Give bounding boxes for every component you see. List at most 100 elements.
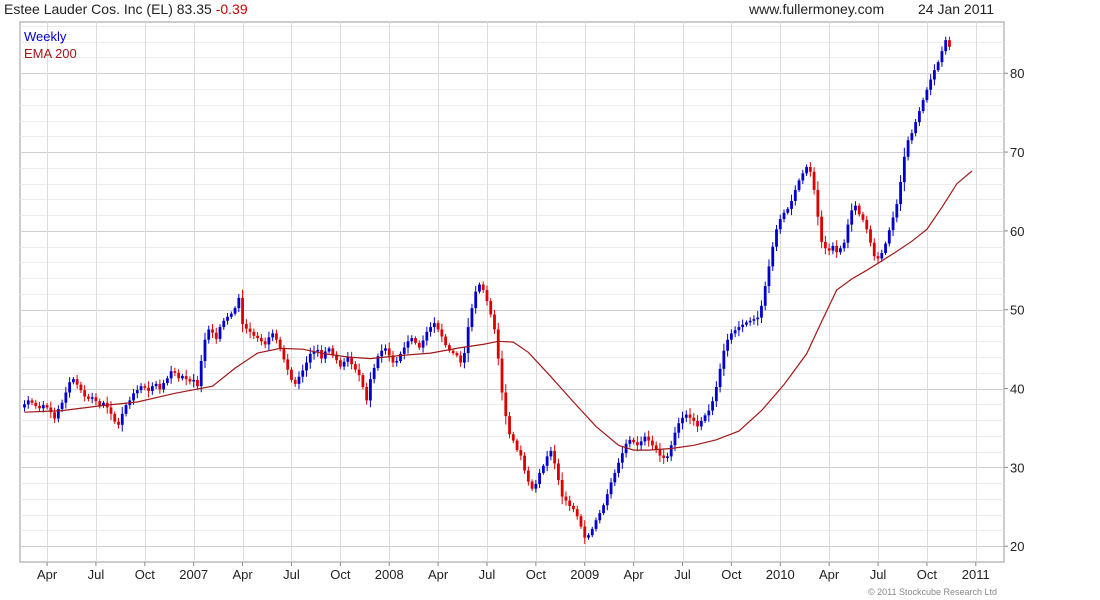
candle-body <box>150 386 154 391</box>
candle-body <box>857 205 861 215</box>
candle-body <box>275 333 278 340</box>
candle-body <box>590 528 594 536</box>
x-tick-label: Jul <box>283 567 300 582</box>
candle-body <box>395 360 399 363</box>
candle-body <box>308 353 312 363</box>
candle-body <box>436 323 440 330</box>
candle-body <box>218 327 222 339</box>
candle-body <box>489 301 493 315</box>
x-tick-label: 2011 <box>962 567 990 582</box>
candle-body <box>117 421 120 425</box>
candle-body <box>613 472 617 483</box>
candle-body <box>203 339 207 361</box>
candle-body <box>414 338 417 343</box>
candle-body <box>526 470 530 482</box>
candle-body <box>162 383 166 390</box>
candle-body <box>771 246 775 267</box>
candle-body <box>154 383 158 387</box>
candle-body <box>707 410 711 416</box>
candle-body <box>786 208 790 213</box>
candle-body <box>523 455 526 471</box>
candle-body <box>628 439 632 444</box>
candle-body <box>572 506 575 510</box>
candle-body <box>763 286 767 306</box>
x-tick-label: Apr <box>232 567 253 582</box>
candle-body <box>259 338 263 342</box>
candle-body <box>222 320 226 328</box>
candle-body <box>583 526 587 538</box>
candle-body <box>538 472 542 484</box>
candle-body <box>75 379 79 385</box>
candle-body <box>207 329 211 340</box>
candle-body <box>917 111 921 123</box>
candle-body <box>519 450 523 456</box>
candle-body <box>666 456 669 458</box>
candle-body <box>30 400 34 403</box>
candle-body <box>481 284 485 291</box>
candle-body <box>541 465 545 473</box>
candle-body <box>425 331 429 341</box>
candle-body <box>940 51 944 63</box>
candle-body <box>684 414 688 418</box>
candle-body <box>602 505 605 514</box>
candle-body <box>579 516 583 527</box>
candle-body <box>895 204 899 218</box>
candle-body <box>158 383 162 390</box>
candlestick-chart: 20 30 40 50 60 70 80 Apr Jul Oct 2007 Apr Jul Oct 2008… <box>19 21 1024 582</box>
candle-body <box>177 372 181 379</box>
candle-body <box>256 335 260 339</box>
candle-body <box>365 386 369 401</box>
candle-body <box>192 379 196 382</box>
candle-body <box>173 371 177 373</box>
candle-body <box>271 333 275 338</box>
candle-body <box>643 436 647 442</box>
candle-body <box>534 483 538 489</box>
candle-body <box>252 331 256 336</box>
legend-ema200: EMA 200 <box>24 46 77 61</box>
candle-body <box>94 397 98 402</box>
y-tick-label: 40 <box>1010 382 1024 397</box>
candle-body <box>673 432 677 446</box>
candle-body <box>402 347 406 354</box>
candle-body <box>632 439 636 443</box>
candle-body <box>831 245 835 251</box>
candle-body <box>914 122 918 134</box>
candle-body <box>842 242 846 249</box>
candle-body <box>410 338 414 342</box>
candle-body <box>617 462 620 473</box>
candle-body <box>658 449 662 456</box>
x-tick-label: Jul <box>870 567 887 582</box>
candle-body <box>801 173 805 181</box>
x-tick-label: Apr <box>37 567 58 582</box>
candle-body <box>557 463 560 481</box>
legend-weekly: Weekly <box>24 29 67 44</box>
candle-body <box>669 445 673 457</box>
candle-body <box>451 350 455 354</box>
candle-body <box>199 360 203 387</box>
candle-body <box>662 455 666 458</box>
x-tick-label: Apr <box>428 567 449 582</box>
candle-body <box>793 189 797 201</box>
candle-body <box>301 370 305 377</box>
candle-body <box>45 405 49 408</box>
candle-body <box>605 494 609 506</box>
x-tick-label: Oct <box>330 567 351 582</box>
candle-body <box>470 308 474 328</box>
candle-body <box>869 229 872 243</box>
candle-body <box>139 386 143 391</box>
candle-body <box>745 322 748 325</box>
candle-body <box>316 349 320 352</box>
candle-body <box>598 513 602 521</box>
candle-body <box>143 386 147 388</box>
candle-body <box>609 482 613 495</box>
candle-body <box>816 189 820 217</box>
candle-body <box>350 357 354 365</box>
candle-body <box>500 358 504 393</box>
candle-body <box>165 378 169 384</box>
candle-body <box>109 407 113 414</box>
candle-body <box>38 405 41 409</box>
candle-body <box>880 252 884 259</box>
candle-body <box>508 416 511 435</box>
candle-body <box>530 481 534 489</box>
candle-body <box>478 284 481 292</box>
